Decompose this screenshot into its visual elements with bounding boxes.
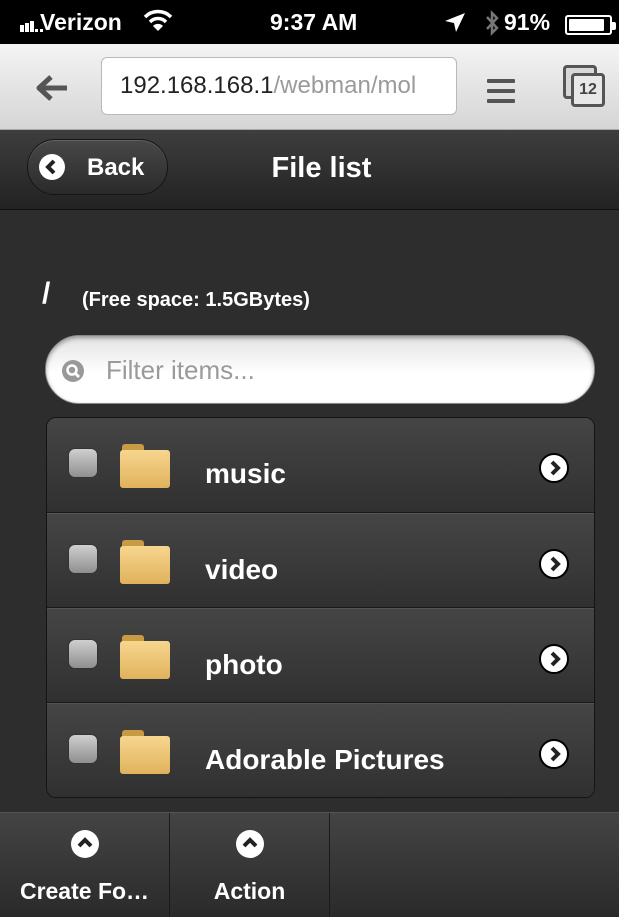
item-checkbox[interactable] bbox=[68, 544, 98, 574]
app-header: Back File list bbox=[0, 130, 619, 210]
item-name: video bbox=[205, 554, 279, 585]
back-arrow-icon[interactable] bbox=[35, 73, 69, 103]
chevron-up-icon bbox=[70, 830, 99, 858]
carrier-name: Verizon bbox=[40, 9, 122, 35]
folder-icon bbox=[120, 635, 170, 679]
item-name: music bbox=[205, 458, 286, 489]
item-checkbox[interactable] bbox=[68, 639, 98, 669]
chevron-right-icon[interactable] bbox=[539, 739, 569, 769]
folder-icon bbox=[120, 730, 170, 774]
item-name: Adorable Pictures bbox=[205, 744, 445, 775]
item-name: photo bbox=[205, 649, 283, 680]
folder-icon bbox=[120, 444, 170, 488]
status-time: 9:37 AM bbox=[270, 9, 358, 35]
chevron-right-icon[interactable] bbox=[539, 549, 569, 579]
filter-bar bbox=[45, 335, 595, 404]
tabs-icon[interactable]: 12 bbox=[563, 65, 607, 109]
wifi-icon bbox=[143, 9, 173, 31]
create-folder-label: Create Fo… bbox=[19, 878, 150, 904]
chevron-up-icon bbox=[235, 830, 264, 858]
folder-icon bbox=[120, 540, 170, 584]
battery-fill bbox=[569, 19, 605, 31]
battery-icon bbox=[565, 15, 616, 35]
footer-toolbar: Create Fo… Action bbox=[0, 812, 619, 917]
file-list-content: / (Free space: 1.5GBytes) music video bbox=[0, 210, 619, 812]
location-icon bbox=[445, 13, 465, 32]
url-host: 192.168.168.1 bbox=[120, 72, 274, 99]
search-icon bbox=[62, 360, 84, 382]
address-bar[interactable]: 192.168.168.1/webman/mol bbox=[101, 57, 457, 115]
action-label: Action bbox=[213, 878, 286, 904]
current-path: / bbox=[42, 277, 51, 310]
url-path: /webman/mol bbox=[273, 72, 417, 99]
file-list: music video photo Adorable Pictures bbox=[46, 417, 595, 798]
free-space-info: (Free space: 1.5GBytes) bbox=[82, 289, 310, 311]
list-item[interactable]: video bbox=[47, 513, 594, 608]
status-bar: Verizon 9:37 AM 91% bbox=[0, 0, 619, 44]
tab-count: 12 bbox=[571, 73, 605, 107]
list-item[interactable]: music bbox=[47, 418, 594, 513]
list-item[interactable]: Adorable Pictures bbox=[47, 703, 594, 797]
create-folder-button[interactable]: Create Fo… bbox=[0, 813, 170, 917]
browser-toolbar: 192.168.168.1/webman/mol 12 bbox=[0, 44, 619, 130]
menu-icon[interactable] bbox=[487, 79, 515, 109]
action-button[interactable]: Action bbox=[170, 813, 330, 917]
list-item[interactable]: photo bbox=[47, 608, 594, 703]
item-checkbox[interactable] bbox=[68, 448, 98, 478]
battery-percent: 91% bbox=[504, 9, 551, 35]
page-title: File list bbox=[271, 152, 372, 184]
chevron-right-icon[interactable] bbox=[539, 453, 569, 483]
chevron-right-icon[interactable] bbox=[539, 644, 569, 674]
item-checkbox[interactable] bbox=[68, 734, 98, 764]
bluetooth-icon bbox=[486, 9, 499, 37]
filter-input[interactable] bbox=[106, 349, 576, 391]
